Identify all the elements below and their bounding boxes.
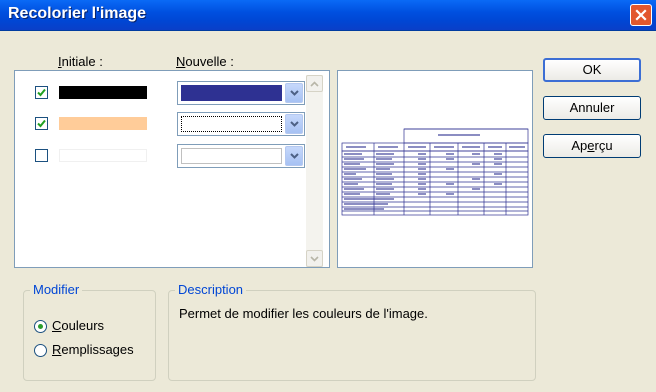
remplissages-label[interactable]: Remplissages: [52, 342, 134, 357]
chevron-down-icon: [289, 90, 299, 96]
new-color-dropdown[interactable]: [177, 81, 305, 105]
dropdown-arrow-button[interactable]: [285, 83, 303, 103]
close-button[interactable]: [630, 4, 652, 26]
window-title: Recolorier l'image: [8, 5, 147, 22]
color-list-scrollbar[interactable]: [306, 75, 323, 267]
new-color-dropdown[interactable]: [177, 112, 305, 136]
original-color-swatch: [59, 86, 147, 99]
couleurs-radio[interactable]: [34, 320, 47, 333]
scroll-down-button[interactable]: [306, 250, 323, 267]
annuler-button[interactable]: Annuler: [543, 96, 641, 120]
ok-button[interactable]: OK: [543, 58, 641, 82]
description-group-title: Description: [175, 282, 247, 297]
new-color-swatch: [181, 148, 282, 164]
color-3-checkbox[interactable]: [35, 149, 48, 162]
color-row: [15, 81, 307, 107]
chevron-down-icon: [310, 255, 319, 262]
nouvelle-label: Nouvelle :: [176, 54, 234, 69]
couleurs-label[interactable]: Couleurs: [52, 318, 104, 333]
color-row: [15, 144, 307, 170]
color-2-checkbox[interactable]: [35, 117, 48, 130]
scroll-up-button[interactable]: [306, 75, 323, 92]
dropdown-arrow-button[interactable]: [285, 114, 303, 134]
dropdown-arrow-button[interactable]: [285, 146, 303, 166]
color-row: [15, 112, 307, 138]
image-preview: [337, 70, 533, 268]
original-color-swatch: [59, 149, 147, 162]
description-group: Description Permet de modifier les coule…: [168, 282, 536, 381]
color-1-checkbox[interactable]: [35, 86, 48, 99]
title-bar[interactable]: Recolorier l'image: [0, 0, 656, 31]
color-list-panel: [14, 70, 330, 268]
close-icon: [635, 9, 647, 21]
preview-table-image: [341, 128, 529, 216]
modifier-group-title: Modifier: [30, 282, 83, 297]
initiale-label: Initiale :: [58, 54, 103, 69]
check-icon: [37, 119, 46, 128]
check-icon: [37, 88, 46, 97]
new-color-swatch: [181, 116, 282, 132]
original-color-swatch: [59, 117, 147, 130]
remplissages-radio[interactable]: [34, 344, 47, 357]
new-color-dropdown[interactable]: [177, 144, 305, 168]
chevron-up-icon: [310, 80, 319, 87]
radio-selected-dot: [38, 324, 43, 329]
chevron-down-icon: [289, 153, 299, 159]
apercu-button[interactable]: Aperçu: [543, 134, 641, 158]
new-color-swatch: [181, 85, 282, 101]
description-text: Permet de modifier les couleurs de l'ima…: [179, 306, 428, 321]
modifier-group: Modifier Couleurs Remplissages: [23, 282, 156, 381]
chevron-down-icon: [289, 121, 299, 127]
